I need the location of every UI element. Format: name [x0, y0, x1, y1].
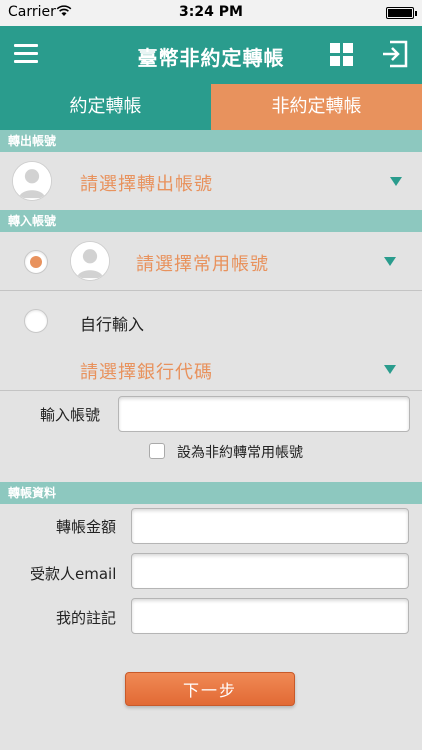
amount-label: 轉帳金額 [56, 518, 117, 536]
save-common-label: 設為非約轉常用帳號 [177, 445, 303, 461]
email-input[interactable] [131, 553, 409, 589]
divider [0, 390, 422, 391]
chevron-down-icon [390, 177, 402, 186]
radio-common-account[interactable] [24, 250, 48, 274]
status-bar: Carrier 3:24 PM [0, 0, 422, 26]
amount-input[interactable] [131, 508, 409, 544]
chevron-down-icon [384, 365, 396, 374]
account-number-label: 輸入帳號 [40, 406, 101, 424]
chevron-down-icon [384, 257, 396, 266]
common-account-select[interactable]: 請選擇常用帳號 [136, 250, 269, 276]
tab-nonfixed-transfer[interactable]: 非約定轉帳 [211, 84, 422, 130]
common-account-row: 請選擇常用帳號 [0, 232, 422, 290]
account-number-input[interactable] [118, 396, 410, 432]
menu-icon[interactable] [14, 44, 38, 64]
battery-icon [386, 7, 417, 19]
from-account-placeholder: 請選擇轉出帳號 [80, 174, 213, 195]
from-account-select[interactable]: 請選擇轉出帳號 [0, 152, 422, 210]
manual-input-label: 自行輸入 [80, 315, 145, 334]
avatar-icon [70, 241, 110, 281]
save-common-checkbox[interactable] [149, 443, 165, 459]
radio-manual-input[interactable] [24, 309, 48, 333]
status-time: 3:24 PM [179, 4, 243, 20]
bank-code-placeholder: 請選擇銀行代碼 [80, 362, 213, 383]
section-header-to-account: 轉入帳號 [0, 210, 422, 232]
next-button[interactable]: 下一步 [125, 672, 295, 706]
nav-bar: 臺幣非約定轉帳 [0, 26, 422, 84]
tab-fixed-transfer[interactable]: 約定轉帳 [0, 84, 211, 130]
logout-icon[interactable] [380, 38, 410, 70]
section-header-from-account: 轉出帳號 [0, 130, 422, 152]
section-header-transfer-info: 轉帳資料 [0, 482, 422, 504]
grid-icon[interactable] [330, 43, 354, 67]
email-label: 受款人email [30, 565, 117, 583]
note-label: 我的註記 [56, 609, 117, 627]
divider [0, 290, 422, 291]
note-input[interactable] [131, 598, 409, 634]
tab-bar: 約定轉帳 非約定轉帳 [0, 84, 422, 130]
page-title: 臺幣非約定轉帳 [137, 46, 285, 70]
bank-code-select[interactable]: 請選擇銀行代碼 [0, 350, 422, 388]
avatar-icon [12, 161, 52, 201]
